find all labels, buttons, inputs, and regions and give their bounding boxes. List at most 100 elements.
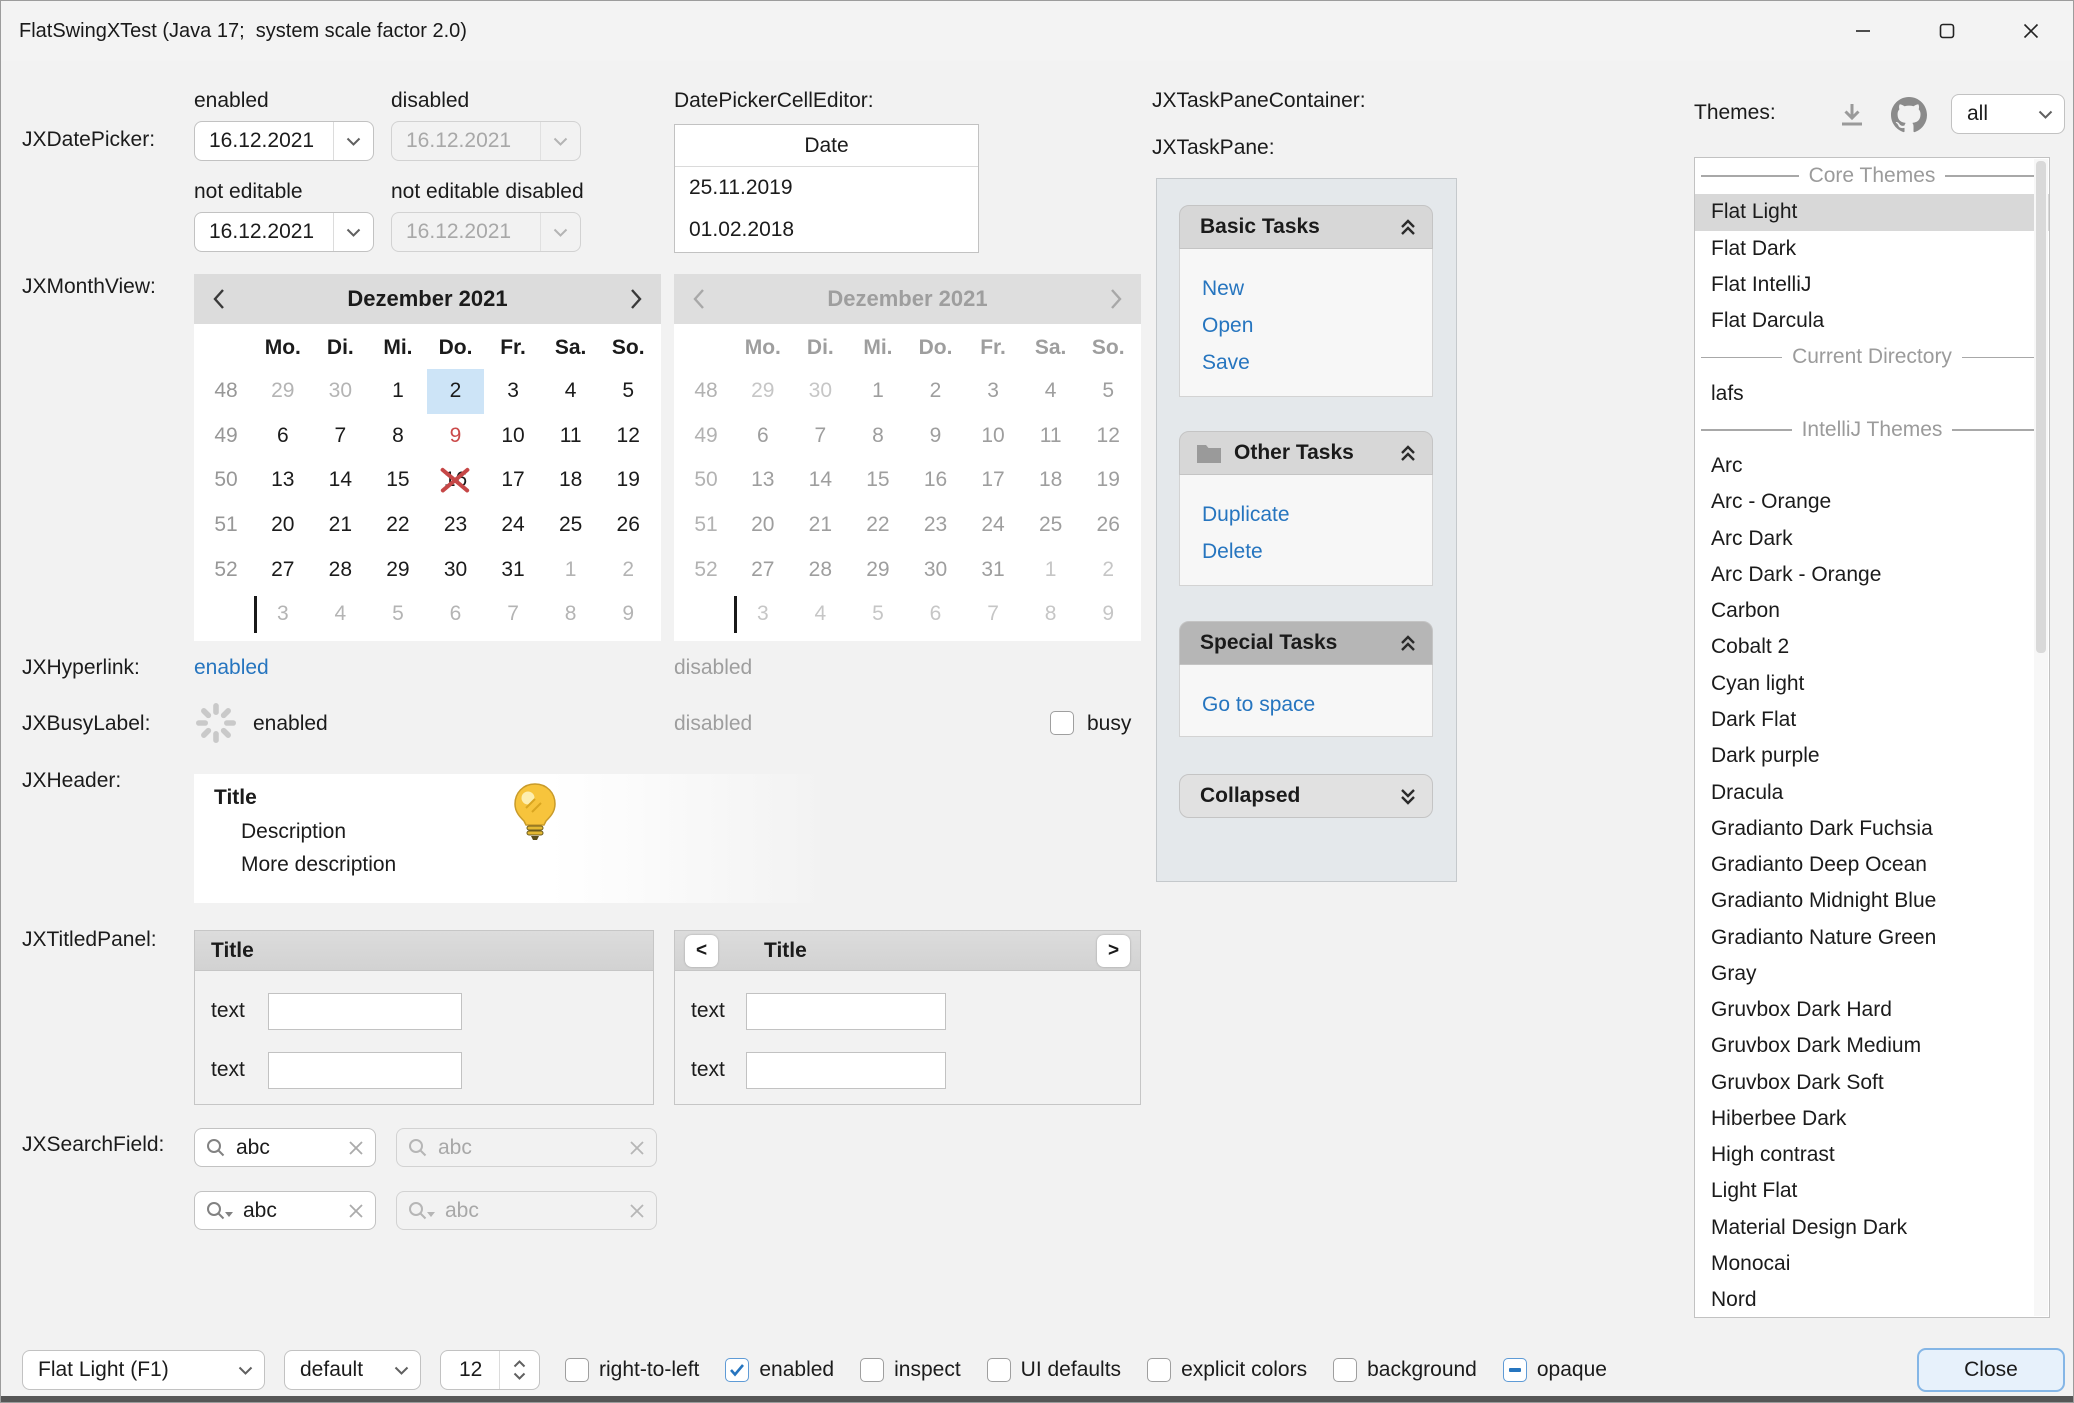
calendar-day[interactable]: 8 [369, 414, 427, 459]
collapse-chevron-icon[interactable] [1398, 444, 1418, 463]
checkbox-right-to-left[interactable]: right-to-left [565, 1358, 699, 1382]
calendar-day[interactable]: 6 [427, 592, 485, 637]
checkbox-box[interactable] [860, 1358, 884, 1382]
checkbox-background[interactable]: background [1333, 1358, 1477, 1382]
table-row[interactable]: 01.02.2018 [675, 209, 978, 251]
theme-item-dracula[interactable]: Dracula [1695, 775, 2049, 811]
text-input[interactable] [268, 993, 462, 1030]
search-value[interactable]: abc [243, 1199, 347, 1223]
theme-item-dark-flat[interactable]: Dark Flat [1695, 702, 2049, 738]
text-input[interactable] [746, 993, 946, 1030]
calendar-day[interactable]: 9 [427, 414, 485, 459]
theme-item-gradianto-midnight-blue[interactable]: Gradianto Midnight Blue [1695, 883, 2049, 919]
theme-item-material-design-dark[interactable]: Material Design Dark [1695, 1210, 2049, 1246]
calendar-day[interactable]: 22 [369, 503, 427, 548]
theme-item-gradianto-dark-fuchsia[interactable]: Gradianto Dark Fuchsia [1695, 811, 2049, 847]
taskpane-header-special-tasks[interactable]: Special Tasks [1179, 621, 1433, 665]
next-month-button[interactable] [629, 288, 643, 310]
spinner-value[interactable]: 12 [441, 1351, 499, 1389]
calendar-day[interactable]: 31 [484, 547, 542, 592]
checkbox-ui-defaults[interactable]: UI defaults [987, 1358, 1121, 1382]
checkbox-box[interactable] [565, 1358, 589, 1382]
theme-item-arc-orange[interactable]: Arc - Orange [1695, 484, 2049, 520]
calendar-day[interactable]: 18 [542, 458, 600, 503]
theme-item-lafs[interactable]: lafs [1695, 376, 2049, 412]
themes-filter-combobox[interactable]: all [1951, 94, 2065, 134]
theme-item-monocai[interactable]: Monocai [1695, 1246, 2049, 1282]
calendar-day[interactable]: 17 [484, 458, 542, 503]
calendar-day[interactable]: 29 [254, 369, 312, 414]
calendar-day[interactable]: 16 [427, 458, 485, 503]
calendar-day[interactable]: 10 [484, 414, 542, 459]
calendar-day[interactable]: 3 [484, 369, 542, 414]
calendar-day[interactable]: 6 [254, 414, 312, 459]
taskpane-header-basic-tasks[interactable]: Basic Tasks [1179, 205, 1433, 249]
date-picker-value[interactable]: 16.12.2021 [195, 122, 333, 160]
task-link-new[interactable]: New [1202, 270, 1432, 307]
theme-item-gray[interactable]: Gray [1695, 956, 2049, 992]
hyperlink-enabled[interactable]: enabled [194, 656, 269, 680]
collapse-chevron-icon[interactable] [1398, 218, 1418, 237]
theme-item-gruvbox-dark-medium[interactable]: Gruvbox Dark Medium [1695, 1028, 2049, 1064]
taskpane-header-other-tasks[interactable]: Other Tasks [1179, 431, 1433, 475]
checkbox-box[interactable] [1147, 1358, 1171, 1382]
calendar-day[interactable]: 30 [312, 369, 370, 414]
taskpane-header-collapsed[interactable]: Collapsed [1179, 774, 1433, 818]
github-icon[interactable] [1891, 97, 1927, 133]
date-picker-arrow-button[interactable] [333, 213, 373, 251]
calendar-day[interactable]: 12 [599, 414, 657, 459]
theme-item-gradianto-nature-green[interactable]: Gradianto Nature Green [1695, 920, 2049, 956]
calendar-day[interactable]: 11 [542, 414, 600, 459]
theme-item-gradianto-deep-ocean[interactable]: Gradianto Deep Ocean [1695, 847, 2049, 883]
calendar-day[interactable]: 3 [254, 592, 312, 637]
calendar-day[interactable]: 2 [427, 369, 485, 414]
calendar-day[interactable]: 7 [484, 592, 542, 637]
calendar-day[interactable]: 15 [369, 458, 427, 503]
task-link-delete[interactable]: Delete [1202, 533, 1432, 570]
calendar-day[interactable]: 13 [254, 458, 312, 503]
calendar-day[interactable]: 4 [542, 369, 600, 414]
checkbox-box[interactable] [987, 1358, 1011, 1382]
maximize-button[interactable] [1905, 1, 1989, 61]
theme-item-arc-dark-orange[interactable]: Arc Dark - Orange [1695, 557, 2049, 593]
calendar-day[interactable]: 4 [312, 592, 370, 637]
collapse-chevron-icon[interactable] [1398, 634, 1418, 653]
download-icon[interactable] [1837, 100, 1867, 130]
theme-item-gruvbox-dark-soft[interactable]: Gruvbox Dark Soft [1695, 1065, 2049, 1101]
calendar-day[interactable]: 14 [312, 458, 370, 503]
titled-panel-left-button[interactable]: < [685, 935, 718, 967]
calendar-day[interactable]: 1 [369, 369, 427, 414]
calendar-day[interactable]: 9 [599, 592, 657, 637]
checkbox-box[interactable] [725, 1358, 749, 1382]
titled-panel-right-button[interactable]: > [1097, 935, 1130, 967]
theme-item-arc-dark[interactable]: Arc Dark [1695, 521, 2049, 557]
theme-item-cyan-light[interactable]: Cyan light [1695, 666, 2049, 702]
prev-month-button[interactable] [212, 288, 226, 310]
task-link-save[interactable]: Save [1202, 344, 1432, 381]
calendar-day[interactable]: 25 [542, 503, 600, 548]
checkbox-box[interactable] [1503, 1358, 1527, 1382]
calendar-day[interactable]: 8 [542, 592, 600, 637]
theme-item-flat-intellij[interactable]: Flat IntelliJ [1695, 267, 2049, 303]
scrollbar-track[interactable] [2034, 159, 2048, 1316]
calendar-day[interactable]: 20 [254, 503, 312, 548]
close-button[interactable]: Close [1917, 1348, 2065, 1392]
clear-icon[interactable] [347, 1202, 365, 1220]
date-picker-value[interactable]: 16.12.2021 [195, 213, 333, 251]
calendar-day[interactable]: 24 [484, 503, 542, 548]
theme-item-flat-darcula[interactable]: Flat Darcula [1695, 303, 2049, 339]
theme-item-flat-light[interactable]: Flat Light [1695, 194, 2049, 230]
calendar-day[interactable]: 19 [599, 458, 657, 503]
expand-chevron-icon[interactable] [1398, 787, 1418, 806]
calendar-day[interactable]: 5 [599, 369, 657, 414]
close-window-button[interactable] [1989, 1, 2073, 61]
text-input[interactable] [268, 1052, 462, 1089]
minimize-button[interactable] [1821, 1, 1905, 61]
checkbox-opaque[interactable]: opaque [1503, 1358, 1607, 1382]
theme-item-cobalt-2[interactable]: Cobalt 2 [1695, 629, 2049, 665]
checkbox-box[interactable] [1333, 1358, 1357, 1382]
busy-checkbox[interactable] [1050, 711, 1074, 735]
task-link-go-to-space[interactable]: Go to space [1202, 686, 1432, 723]
calendar-day[interactable]: 23 [427, 503, 485, 548]
style-combobox[interactable]: default [284, 1350, 421, 1390]
